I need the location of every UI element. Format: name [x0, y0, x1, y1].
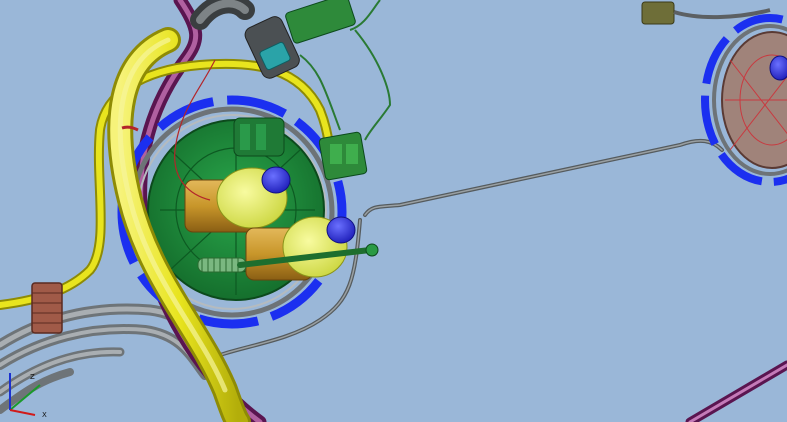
pump-module-secondary[interactable]: [701, 14, 787, 186]
axis-z-label: Z: [30, 373, 35, 381]
purple-hose-lower-right[interactable]: [685, 360, 787, 422]
axis-x-label: X: [42, 411, 47, 419]
cad-viewport[interactable]: Z X: [0, 0, 787, 422]
axis-triad-icon: Z X: [9, 373, 47, 419]
model-scene[interactable]: [0, 0, 787, 422]
hose-bracket[interactable]: [31, 282, 63, 334]
electrical-connector-mid[interactable]: [318, 131, 368, 181]
